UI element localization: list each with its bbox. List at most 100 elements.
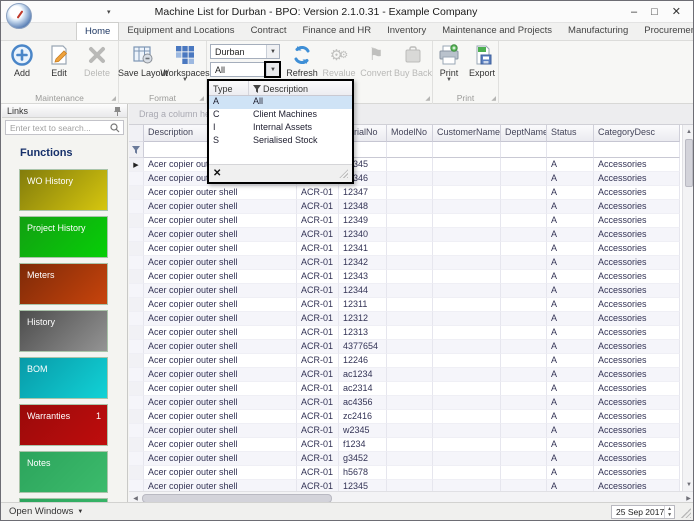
filter-cell[interactable] (547, 142, 594, 158)
popup-option-internal-assets[interactable]: I Internal Assets (209, 122, 352, 135)
tab-inventory[interactable]: Inventory (379, 22, 434, 40)
table-row[interactable]: Acer copier outer shell ACR-01 zc2416 A Acce… (129, 410, 693, 424)
open-windows-button[interactable]: Open Windows ▼ (1, 506, 83, 517)
table-row[interactable]: Acer copier outer shell ACR-01 12246 A Acces… (129, 354, 693, 368)
scroll-up-icon[interactable]: ▲ (683, 125, 693, 138)
close-button[interactable]: ✕ (672, 5, 681, 18)
tab-manufacturing[interactable]: Manufacturing (560, 22, 636, 40)
vertical-scroll-thumb[interactable] (685, 139, 693, 187)
tab-contract[interactable]: Contract (243, 22, 295, 40)
delete-button[interactable]: Delete (79, 43, 115, 89)
filter-cell[interactable] (594, 142, 680, 158)
popup-resize-grip[interactable] (339, 169, 348, 178)
dialog-launcher-icon[interactable]: ◢ (111, 95, 116, 102)
table-row[interactable]: Acer copier outer shell ACR-01 12311 A Acces… (129, 298, 693, 312)
tab-finance-and-hr[interactable]: Finance and HR (294, 22, 379, 40)
function-tile-bom[interactable]: BOM (19, 357, 108, 399)
popup-column-description[interactable]: Description (249, 81, 352, 95)
cell: A (547, 368, 594, 382)
column-header-deptname[interactable]: DeptName (501, 125, 547, 142)
cell (433, 270, 501, 284)
function-tile-notes[interactable]: Notes (19, 451, 108, 493)
cell: A (547, 186, 594, 200)
edit-button[interactable]: Edit (41, 43, 77, 89)
table-row[interactable]: Acer copier outer shell ACR-01 ac4356 A Acce… (129, 396, 693, 410)
cell: ACR-01 (297, 396, 339, 410)
table-row[interactable]: Acer copier outer shell ACR-01 f1234 A Acces… (129, 438, 693, 452)
tab-equipment-and-locations[interactable]: Equipment and Locations (119, 22, 242, 40)
table-row[interactable]: Acer copier outer shell ACR-01 ac2314 A Acce… (129, 382, 693, 396)
dialog-launcher-icon[interactable]: ◢ (491, 95, 496, 102)
function-tile-warranties[interactable]: Warranties 1 (19, 404, 108, 446)
table-row[interactable]: Acer copier outer shell ACR-01 12349 A Acces… (129, 214, 693, 228)
table-row[interactable]: Acer copier outer shell ACR-01 12343 A Acces… (129, 270, 693, 284)
search-icon[interactable] (110, 122, 123, 133)
pin-icon[interactable] (113, 106, 122, 116)
popup-option-all[interactable]: A All (209, 96, 352, 109)
sidebar-search-input[interactable] (6, 122, 110, 133)
machine-type-combobox[interactable]: All ▼ (210, 61, 281, 78)
table-row[interactable]: Acer copier outer shell ACR-01 12312 A Acces… (129, 312, 693, 326)
maximize-button[interactable]: □ (651, 6, 658, 18)
save-layout-button[interactable]: Save Layout (118, 43, 168, 89)
table-row[interactable]: Acer copier outer shell ACR-01 12313 A Acces… (129, 326, 693, 340)
print-button[interactable]: Print ▼ (433, 43, 465, 89)
date-picker[interactable]: 25 Sep 2017 ▲ ▼ (611, 504, 675, 519)
table-row[interactable]: Acer copier outer shell ACR-01 12341 A Acces… (129, 242, 693, 256)
popup-option-serialised-stock[interactable]: S Serialised Stock (209, 135, 352, 148)
filter-cell[interactable] (433, 142, 501, 158)
cell: 12311 (339, 298, 387, 312)
function-tile-wo-history[interactable]: WO History (19, 169, 108, 211)
filter-cell[interactable] (501, 142, 547, 158)
table-row[interactable]: Acer copier outer shell ACR-01 ac1234 A Acce… (129, 368, 693, 382)
function-tile-history[interactable]: History (19, 310, 108, 352)
add-button[interactable]: Add (4, 43, 40, 89)
buy-back-icon (401, 43, 425, 67)
minimize-button[interactable]: – (631, 6, 637, 18)
cell: 12348 (339, 200, 387, 214)
branch-combo-arrow-icon[interactable]: ▼ (266, 45, 279, 58)
table-row[interactable]: Acer copier outer shell ACR-01 h5678 A Acces… (129, 466, 693, 480)
tab-maintenance-and-projects[interactable]: Maintenance and Projects (434, 22, 560, 40)
table-row[interactable]: Acer copier outer shell ACR-01 12345 A Acces… (129, 480, 693, 491)
app-logo-icon[interactable] (6, 3, 32, 29)
workspaces-button[interactable]: Workspaces ▼ (160, 43, 210, 89)
column-header-modelno[interactable]: ModelNo (387, 125, 433, 142)
machine-type-combo-arrow-icon[interactable]: ▼ (264, 61, 281, 78)
branch-combobox[interactable]: Durban ▼ (210, 44, 280, 59)
table-row[interactable]: Acer copier outer shell ACR-01 12342 A Acces… (129, 256, 693, 270)
quick-access-dropdown-icon[interactable]: ▾ (107, 8, 111, 16)
export-button[interactable]: Export (465, 43, 499, 89)
date-value: 25 Sep 2017 (616, 506, 665, 517)
function-tile-meters[interactable]: Meters (19, 263, 108, 305)
dialog-launcher-icon[interactable]: ◢ (199, 95, 204, 102)
table-row[interactable]: Acer copier outer shell ACR-01 12344 A Acces… (129, 284, 693, 298)
table-row[interactable]: Acer copier outer shell ACR-01 g3452 A Acces… (129, 452, 693, 466)
window-resize-grip[interactable] (681, 508, 691, 518)
table-row[interactable]: Acer copier outer shell ACR-01 12347 A Acces… (129, 186, 693, 200)
popup-option-client-machines[interactable]: C Client Machines (209, 109, 352, 122)
buy-back-button[interactable]: Buy Back (393, 43, 433, 89)
column-header-categorydesc[interactable]: CategoryDesc (594, 125, 680, 142)
table-row[interactable]: Acer copier outer shell ACR-01 w2345 A Acces… (129, 424, 693, 438)
tile-label: WO History (27, 176, 73, 186)
refresh-icon (290, 43, 314, 67)
column-header-customername[interactable]: CustomerName (433, 125, 501, 142)
scroll-down-icon[interactable]: ▼ (683, 478, 693, 491)
convert-button[interactable]: ⚑ Convert (358, 43, 394, 89)
table-row[interactable]: Acer copier outer shell ACR-01 12348 A Acces… (129, 200, 693, 214)
function-tile-project-history[interactable]: Project History (19, 216, 108, 258)
status-bar: Open Windows ▼ 25 Sep 2017 ▲ ▼ (1, 502, 693, 520)
popup-column-type[interactable]: Type (209, 81, 249, 95)
table-row[interactable]: Acer copier outer shell ACR-01 4377654 A Acc… (129, 340, 693, 354)
clear-filter-icon[interactable]: ✕ (213, 168, 221, 179)
cell: zc2416 (339, 410, 387, 424)
filter-cell[interactable] (387, 142, 433, 158)
vertical-scrollbar[interactable]: ▲ ▼ (682, 125, 693, 491)
table-row[interactable]: Acer copier outer shell ACR-01 12340 A Acces… (129, 228, 693, 242)
date-spin-down-icon[interactable]: ▼ (667, 512, 672, 518)
dialog-launcher-icon[interactable]: ◢ (425, 95, 430, 102)
tab-procurement[interactable]: Procurement (636, 22, 693, 40)
column-header-status[interactable]: Status (547, 125, 594, 142)
tab-home[interactable]: Home (76, 22, 120, 40)
